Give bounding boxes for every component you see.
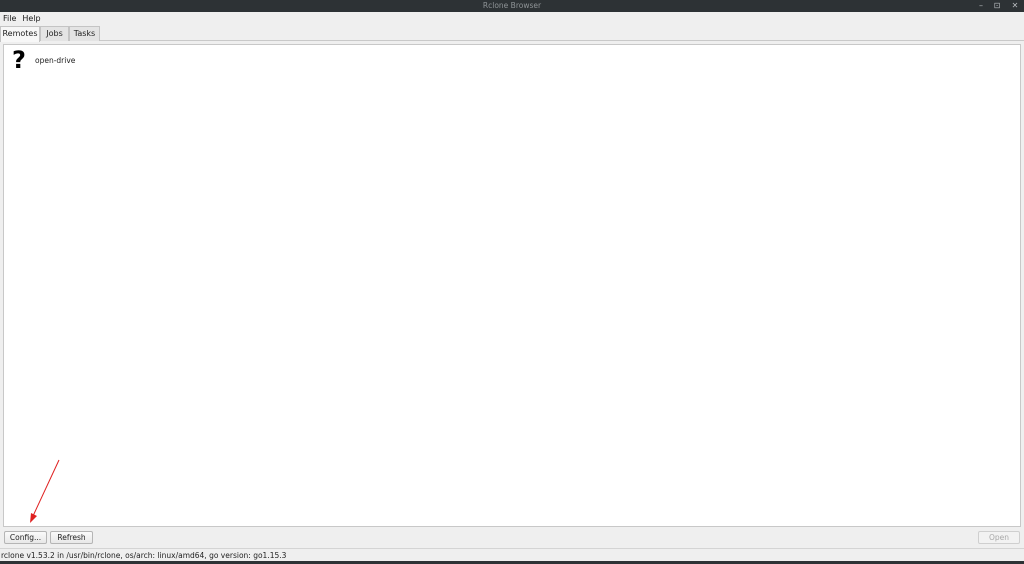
tab-jobs[interactable]: Jobs xyxy=(40,26,69,41)
menu-file[interactable]: File xyxy=(0,12,19,25)
tab-remotes[interactable]: Remotes xyxy=(0,26,40,42)
restore-icon[interactable]: ⊡ xyxy=(991,0,1003,12)
config-button[interactable]: Config... xyxy=(4,531,47,544)
refresh-button[interactable]: Refresh xyxy=(50,531,93,544)
app-window: Rclone Browser – ⊡ ✕ File Help Remotes J… xyxy=(0,0,1024,564)
open-button[interactable]: Open xyxy=(978,531,1020,544)
menu-help[interactable]: Help xyxy=(19,12,43,25)
unknown-remote-icon: ? xyxy=(12,46,26,74)
title-bar[interactable]: Rclone Browser – ⊡ ✕ xyxy=(0,0,1024,12)
tab-tasks[interactable]: Tasks xyxy=(69,26,100,41)
tab-bar: Remotes Jobs Tasks xyxy=(0,25,1024,42)
remotes-list[interactable]: ? open-drive xyxy=(3,44,1021,527)
minimize-icon[interactable]: – xyxy=(975,0,987,12)
close-icon[interactable]: ✕ xyxy=(1009,0,1021,12)
remote-name: open-drive xyxy=(35,56,76,65)
status-bar: rclone v1.53.2 in /usr/bin/rclone, os/ar… xyxy=(0,548,1024,561)
remote-item-open-drive[interactable]: ? open-drive xyxy=(8,46,76,74)
window-title: Rclone Browser xyxy=(482,1,542,10)
menu-bar: File Help xyxy=(0,12,1024,25)
